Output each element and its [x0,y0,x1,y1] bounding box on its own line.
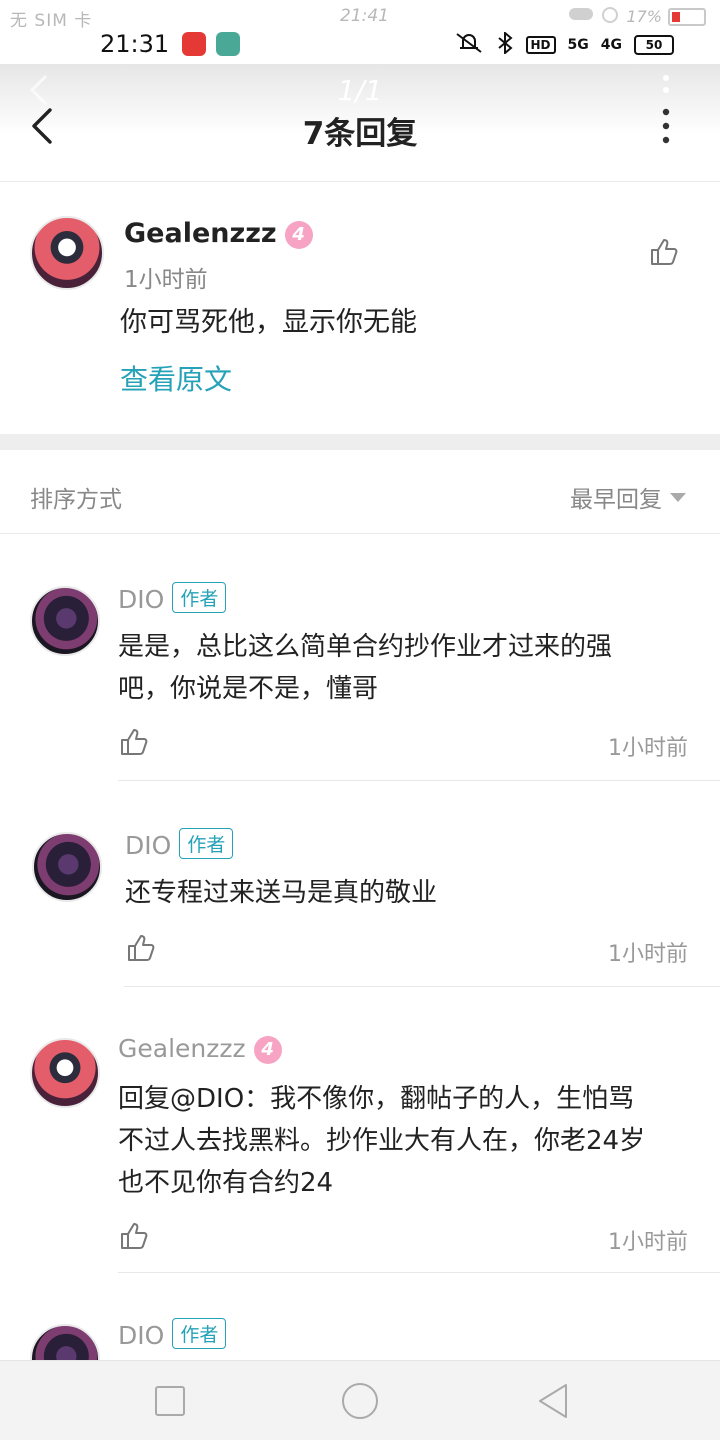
reply-author[interactable]: DIO 作者 [118,1318,227,1350]
ghost-time: 21:41 [340,6,389,26]
view-original-link[interactable]: 查看原文 [120,358,232,398]
list-item: Gealenzzz 4 回复@DIO：我不像你，翻帖子的人，生怕骂 不过人去找黑料… [0,988,720,1274]
status-icons: HD 5G 4G 50 [454,30,674,58]
status-time: 21:31 [100,30,170,58]
reply-text: 还专程过来送马是真的敬业 [125,872,695,914]
username: DIO [118,585,165,614]
ghost-battery-icon [668,7,706,26]
reply-text: 是是，总比这么简单合约抄作业才过来的强 吧，你说是不是，懂哥 [118,626,688,710]
list-item: DIO 作者 是是，总比这么简单合约抄作业才过来的强 吧，你说是不是，懂哥 1小时… [0,536,720,782]
avatar[interactable] [30,586,100,656]
ghost-battery-percent: 17% [626,7,662,26]
signal-5g-icon: 5G [567,37,589,53]
reply-text-line: 回复@DIO：我不像你，翻帖子的人，生怕骂 [118,1084,635,1114]
row-separator [118,1272,720,1273]
thumbs-up-icon[interactable] [648,236,680,268]
list-item: DIO 作者 还专程过来送马是真的敬业 1小时前 [0,782,720,988]
username: Gealenzzz [124,218,277,249]
top-app-bar: 1/1 7条回复 [0,64,720,182]
author-badge: 作者 [172,1318,227,1349]
reply-text: 回复@DIO：我不像你，翻帖子的人，生怕骂 不过人去找黑料。抄作业大有人在，你老… [118,1078,688,1204]
sort-row: 排序方式 最早回复 [0,450,720,534]
reply-text-line: 吧，你说是不是，懂哥 [118,674,379,704]
signal-4g-icon: 4G [600,37,622,53]
reply-time: 1小时前 [608,942,688,967]
battery-icon: 50 [634,35,674,55]
original-comment: Gealenzzz 4 1小时前 你可骂死他，显示你无能 查看原文 [0,184,720,434]
hd-icon: HD [525,36,556,54]
gamepad-icon [568,5,594,28]
username: Gealenzzz [118,1034,246,1063]
more-options-icon[interactable] [654,104,678,148]
row-separator [118,780,720,781]
row-separator [124,986,720,987]
thumbs-up-icon[interactable] [118,726,150,758]
list-item: DIO 作者 [0,1274,720,1360]
page-title: 7条回复 [302,116,418,152]
level-badge: 4 [253,1036,282,1064]
author-badge: 作者 [172,582,227,613]
comment-text: 你可骂死他，显示你无能 [120,307,417,338]
home-icon[interactable] [340,1381,380,1421]
sort-order-dropdown[interactable]: 最早回复 [570,480,686,514]
section-divider [0,434,720,450]
alarm-icon [600,4,620,29]
ghost-page-indicator: 1/1 [337,74,383,107]
reply-time: 1小时前 [608,1230,688,1255]
back-triangle-icon[interactable] [534,1381,574,1421]
comment-time: 1小时前 [124,267,208,293]
thumbs-up-icon[interactable] [118,1220,150,1252]
avatar[interactable] [32,832,102,902]
bluetooth-icon [496,30,514,58]
reply-text-line: 是是，总比这么简单合约抄作业才过来的强 [118,632,613,662]
avatar[interactable] [30,1324,100,1360]
reply-author[interactable]: DIO 作者 [118,582,227,614]
netease-music-icon [182,32,206,56]
comment-author[interactable]: Gealenzzz 4 [124,218,313,249]
reply-author[interactable]: Gealenzzz 4 [118,1034,282,1064]
username: DIO [125,831,172,860]
ghost-status-icons: 17% [568,4,706,29]
avatar[interactable] [30,216,104,290]
username: DIO [118,1321,165,1350]
level-badge: 4 [284,221,313,249]
author-badge: 作者 [179,828,234,859]
reply-time: 1小时前 [608,736,688,761]
reply-text-line: 还专程过来送马是真的敬业 [125,878,438,908]
recent-apps-icon[interactable] [150,1381,190,1421]
thumbs-up-icon[interactable] [125,932,157,964]
status-bar: 21:31 HD 5G 4G 50 [0,28,720,64]
system-nav-bar [0,1360,720,1440]
dropdown-arrow-icon [670,492,686,502]
ghost-more-icon [663,75,669,93]
reply-text-line: 不过人去找黑料。抄作业大有人在，你老24岁 [118,1126,646,1156]
reply-author[interactable]: DIO 作者 [125,828,234,860]
sort-label: 排序方式 [30,487,122,513]
reply-text-line: 也不见你有合约24 [118,1168,334,1198]
avatar[interactable] [30,1038,100,1108]
app-notification-icon [216,32,240,56]
mute-icon [454,32,484,58]
sort-order-value: 最早回复 [570,487,662,513]
